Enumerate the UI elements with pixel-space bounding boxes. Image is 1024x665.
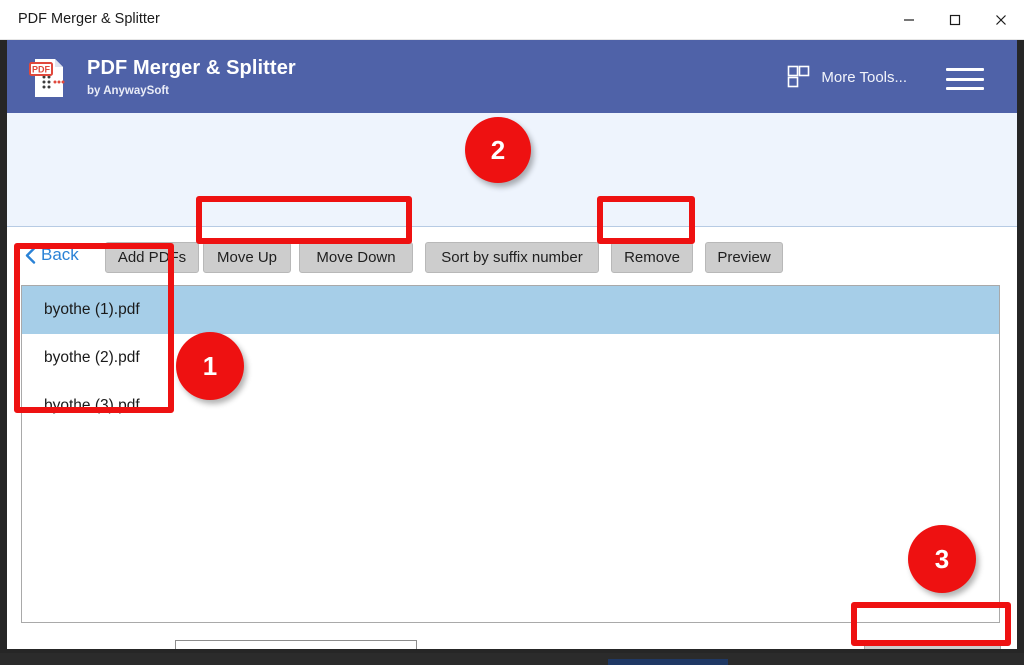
close-button[interactable] xyxy=(978,0,1024,40)
footer-bar: Page size settings: No change for each p… xyxy=(7,635,1017,649)
app-window: PDF Merger & Splitter PDF PDF Merger & S… xyxy=(0,0,1024,665)
file-list[interactable]: byothe (1).pdf byothe (2).pdf byothe (3)… xyxy=(21,285,1000,623)
app-subtitle: by AnywaySoft xyxy=(87,85,170,97)
taskbar-active-indicator xyxy=(608,659,728,665)
move-down-button[interactable]: Move Down xyxy=(299,242,413,273)
hamburger-menu-icon[interactable] xyxy=(946,68,984,90)
svg-text:PDF: PDF xyxy=(32,65,51,75)
list-item[interactable]: byothe (1).pdf xyxy=(22,286,999,334)
toolbar: Back Add PDFs Move Up Move Down Sort by … xyxy=(7,228,1017,285)
back-button[interactable]: Back xyxy=(25,245,79,265)
hamburger-bar xyxy=(946,77,984,81)
hamburger-bar xyxy=(946,87,984,90)
annotation-badge-1: 1 xyxy=(176,332,244,400)
more-tools-button[interactable]: More Tools... xyxy=(787,65,907,89)
chevron-left-icon xyxy=(25,246,36,264)
maximize-icon xyxy=(949,14,961,26)
grid-tools-icon xyxy=(788,65,810,88)
maximize-button[interactable] xyxy=(932,0,978,40)
list-item[interactable]: byothe (2).pdf xyxy=(22,334,999,382)
remove-button[interactable]: Remove xyxy=(611,242,693,273)
hamburger-bar xyxy=(946,68,984,71)
preview-button[interactable]: Preview xyxy=(705,242,783,273)
minimize-button[interactable] xyxy=(886,0,932,40)
minimize-icon xyxy=(904,19,914,21)
page-size-dropdown[interactable]: No change for each page xyxy=(175,640,417,649)
app-title: PDF Merger & Splitter xyxy=(87,57,296,79)
window-controls xyxy=(886,0,1024,40)
close-icon xyxy=(996,15,1006,25)
pdf-document-icon: PDF xyxy=(29,59,65,97)
move-up-button[interactable]: Move Up xyxy=(203,242,291,273)
list-item[interactable]: byothe (3).pdf xyxy=(22,382,999,430)
back-label: Back xyxy=(41,245,79,264)
window-titlebar: PDF Merger & Splitter xyxy=(0,0,1024,40)
window-title: PDF Merger & Splitter xyxy=(18,11,160,27)
add-pdfs-button[interactable]: Add PDFs xyxy=(105,242,199,273)
more-tools-label: More Tools... xyxy=(821,68,907,86)
merge-pdf-button[interactable]: Merge PDF xyxy=(864,640,1001,649)
annotation-badge-2: 2 xyxy=(465,117,531,183)
app-header: PDF PDF Merger & Splitter by AnywaySoft … xyxy=(7,40,1017,113)
annotation-badge-3: 3 xyxy=(908,525,976,593)
taskbar xyxy=(0,653,1024,665)
sort-by-suffix-button[interactable]: Sort by suffix number xyxy=(425,242,599,273)
